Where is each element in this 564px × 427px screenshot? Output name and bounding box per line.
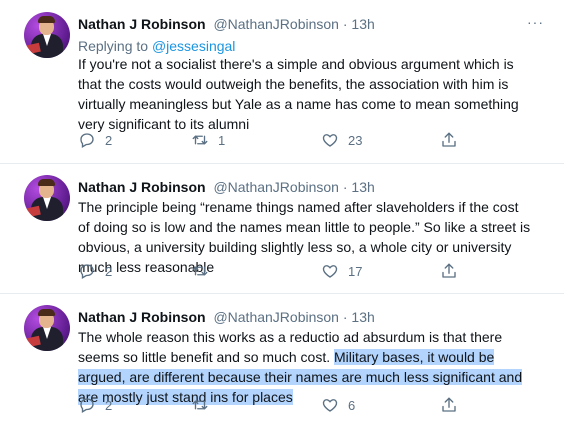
author-handle[interactable]: @NathanJRobinson	[213, 16, 339, 32]
tweet[interactable]: Nathan J Robinson @NathanJRobinson · 13h…	[0, 0, 564, 164]
reply-button[interactable]: 2	[78, 130, 112, 150]
tweet-header: Nathan J Robinson @NathanJRobinson · 13h…	[78, 14, 544, 34]
share-icon	[442, 397, 456, 412]
heart-icon	[322, 265, 338, 278]
reply-button[interactable]: 2	[78, 395, 112, 415]
tweet-text: If you're not a socialist there's a simp…	[78, 56, 519, 132]
like-count: 23	[348, 132, 363, 148]
share-button[interactable]	[440, 261, 458, 281]
avatar[interactable]	[24, 12, 70, 58]
tweet-actions: 2 6	[78, 395, 478, 415]
more-icon[interactable]: ···	[527, 12, 544, 32]
share-button[interactable]	[440, 395, 458, 415]
reply-icon	[80, 264, 94, 279]
reply-icon	[80, 398, 94, 413]
retweet-icon	[192, 400, 208, 410]
avatar[interactable]	[24, 305, 70, 351]
tweet-actions: 2 17	[78, 261, 478, 281]
like-button[interactable]: 17	[321, 261, 362, 281]
retweet-count: 1	[218, 132, 226, 148]
retweet-button[interactable]	[191, 395, 218, 415]
timestamp[interactable]: 13h	[351, 309, 374, 325]
like-count: 17	[348, 263, 363, 279]
separator-dot: ·	[342, 16, 348, 32]
tweet[interactable]: Nathan J Robinson @NathanJRobinson · 13h…	[0, 163, 564, 294]
timestamp[interactable]: 13h	[351, 179, 374, 195]
retweet-icon	[192, 266, 208, 276]
share-button[interactable]	[440, 130, 458, 150]
timestamp[interactable]: 13h	[351, 16, 374, 32]
author-name[interactable]: Nathan J Robinson	[78, 179, 206, 195]
reply-count: 2	[105, 132, 113, 148]
share-icon	[442, 132, 456, 147]
like-button[interactable]: 6	[321, 395, 355, 415]
author-handle[interactable]: @NathanJRobinson	[213, 179, 339, 195]
retweet-button[interactable]	[191, 261, 218, 281]
reply-count: 2	[105, 263, 113, 279]
like-count: 6	[348, 397, 356, 413]
timeline: Nathan J Robinson @NathanJRobinson · 13h…	[0, 0, 564, 427]
share-icon	[442, 263, 456, 278]
reply-icon	[80, 133, 94, 148]
replying-to-label: Replying to	[78, 38, 149, 54]
tweet-actions: 2 1 23	[78, 130, 478, 150]
replying-to: Replying to @jessesingal	[78, 36, 235, 56]
mention-link[interactable]: @jessesingal	[152, 38, 235, 54]
tweet-header: Nathan J Robinson @NathanJRobinson · 13h	[78, 177, 544, 197]
reply-button[interactable]: 2	[78, 261, 112, 281]
avatar[interactable]	[24, 175, 70, 221]
author-handle[interactable]: @NathanJRobinson	[213, 309, 339, 325]
heart-icon	[322, 134, 338, 147]
author-name[interactable]: Nathan J Robinson	[78, 309, 206, 325]
retweet-icon	[192, 135, 208, 145]
heart-icon	[322, 399, 338, 412]
reply-count: 2	[105, 397, 113, 413]
author-name[interactable]: Nathan J Robinson	[78, 16, 206, 32]
tweet-header: Nathan J Robinson @NathanJRobinson · 13h	[78, 307, 544, 327]
separator-dot: ·	[342, 179, 348, 195]
like-button[interactable]: 23	[321, 130, 362, 150]
separator-dot: ·	[342, 309, 348, 325]
tweet[interactable]: Nathan J Robinson @NathanJRobinson · 13h…	[0, 293, 564, 427]
retweet-button[interactable]: 1	[191, 130, 225, 150]
